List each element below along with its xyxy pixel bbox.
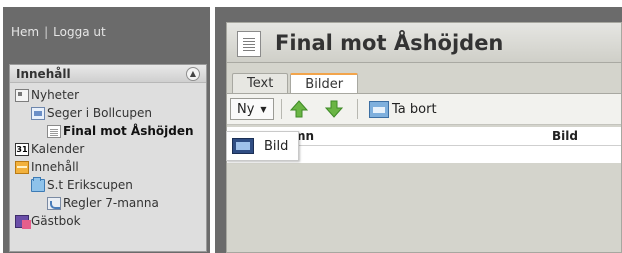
tree-item-nyheter[interactable]: Nyheter [10, 86, 206, 104]
collapse-icon[interactable]: ▲ [186, 66, 200, 81]
new-button-label: Ny [237, 101, 255, 117]
delete-button-label: Ta bort [392, 101, 437, 117]
box-icon [15, 160, 29, 174]
title-bar: Final mot Åshöjden [227, 23, 621, 63]
home-link[interactable]: Hem [11, 25, 39, 39]
guestbook-icon [15, 214, 31, 229]
app-root: Hem | Logga ut Innehåll ▲ Nyheter Seger i … [0, 0, 622, 253]
page-icon [237, 31, 261, 57]
tab-bar: Text Bilder [232, 73, 360, 93]
tab-text[interactable]: Text [232, 73, 289, 93]
folder-icon [31, 176, 45, 192]
tree-item-seger-i-bollcupen[interactable]: Seger i Bollcupen [10, 104, 206, 122]
tab-bilder[interactable]: Bilder [290, 73, 359, 93]
tree-item-label: Regler 7-manna [63, 196, 159, 210]
tree-item-st-erikscupen[interactable]: S.t Erikscupen [10, 176, 206, 194]
main-area: Final mot Åshöjden Text Bilder Ny ▼ Ta b… [215, 7, 622, 253]
picture-icon [47, 196, 61, 210]
tree-item-final-mot-ashojden[interactable]: Final mot Åshöjden [10, 122, 206, 140]
move-up-icon[interactable] [289, 100, 309, 118]
news-icon [15, 88, 29, 102]
calendar-icon [15, 142, 29, 156]
chevron-down-icon: ▼ [260, 104, 267, 114]
document-icon [47, 124, 61, 138]
logout-link[interactable]: Logga ut [53, 25, 106, 39]
toolbar: Ny ▼ Ta bort [227, 93, 621, 125]
new-menu-item-image[interactable]: Bild [226, 131, 299, 161]
top-links: Hem | Logga ut [11, 25, 106, 39]
tree-item-label: Seger i Bollcupen [47, 106, 152, 120]
content-tree-panel: Innehåll ▲ Nyheter Seger i Bollcupen Fin… [9, 64, 207, 252]
tree-item-kalender[interactable]: Kalender [10, 140, 206, 158]
tree-item-gastbok[interactable]: Gästbok [10, 212, 206, 230]
tree-item-label: Kalender [31, 142, 85, 156]
panel-title: Innehåll [16, 66, 71, 81]
tree-item-label: Gästbok [31, 214, 81, 228]
tree-item-label: Final mot Åshöjden [63, 124, 194, 138]
tree-item-innehall[interactable]: Innehåll [10, 158, 206, 176]
tree-item-label: S.t Erikscupen [47, 178, 133, 192]
tree-item-label: Innehåll [31, 160, 79, 174]
delete-icon [369, 100, 389, 118]
page-icon [31, 106, 45, 120]
tree-item-regler-7-manna[interactable]: Regler 7-manna [10, 194, 206, 212]
tree-item-label: Nyheter [31, 88, 80, 102]
image-icon [232, 138, 254, 154]
sidebar: Hem | Logga ut Innehåll ▲ Nyheter Seger i … [3, 7, 210, 253]
link-separator: | [44, 25, 49, 39]
column-header-image[interactable]: Bild [552, 129, 578, 143]
content-tree: Nyheter Seger i Bollcupen Final mot Åshö… [10, 83, 206, 230]
page-title: Final mot Åshöjden [275, 31, 504, 55]
delete-button[interactable]: Ta bort [369, 98, 437, 120]
toolbar-divider [281, 99, 282, 119]
new-dropdown-button[interactable]: Ny ▼ [230, 98, 274, 120]
move-down-icon[interactable] [324, 100, 344, 118]
panel-header: Innehåll ▲ [10, 65, 206, 83]
menu-item-label: Bild [264, 138, 289, 154]
toolbar-divider [357, 99, 358, 119]
